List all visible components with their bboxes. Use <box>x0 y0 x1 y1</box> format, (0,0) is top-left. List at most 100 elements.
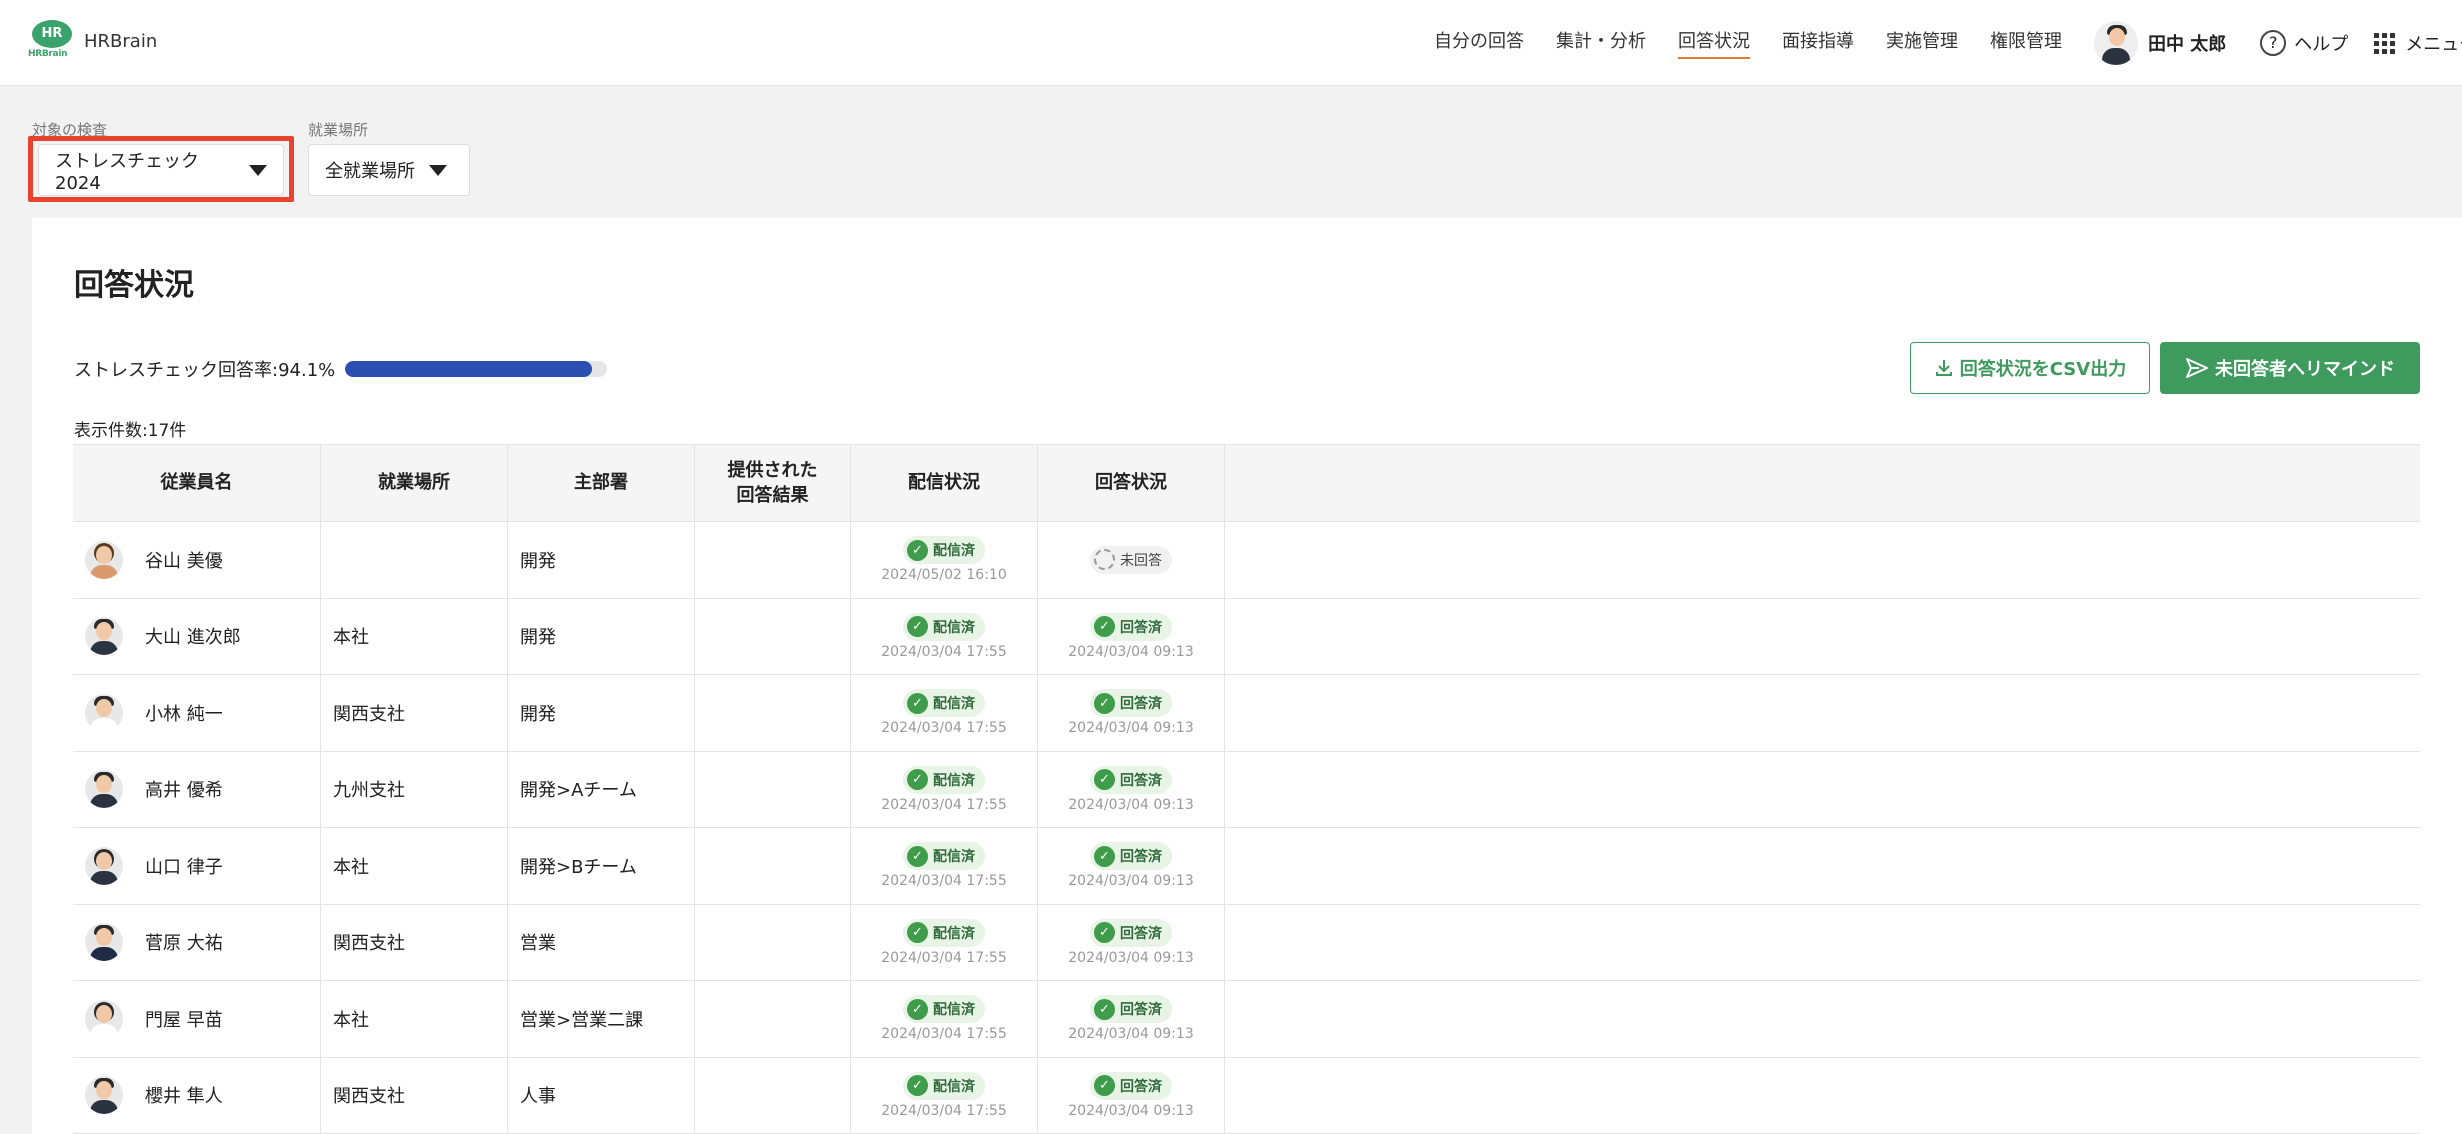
cell-dept: 営業>営業二課 <box>508 981 695 1057</box>
remind-button[interactable]: 未回答者へリマインド <box>2160 342 2420 394</box>
cell-spacer <box>1225 905 2420 981</box>
table-row[interactable]: 高井 優希 九州支社 開発>Aチーム ✓ 配信済 2024/03/04 17:5… <box>73 751 2420 828</box>
delivery-status-badge: ✓ 配信済 <box>903 689 985 718</box>
nav-item-interview[interactable]: 面接指導 <box>1782 27 1854 59</box>
employee-name[interactable]: 谷山 美優 <box>145 547 223 573</box>
check-circle-icon: ✓ <box>1094 769 1115 791</box>
dept-text: 開発 <box>520 550 556 572</box>
col-header-answer[interactable]: 回答状況 <box>1038 445 1225 521</box>
site-filter-label: 就業場所 <box>308 121 369 139</box>
col-header-provided-results[interactable]: 提供された 回答結果 <box>695 445 851 521</box>
app-logo[interactable]: HR HRBrain HRBrain <box>28 18 157 64</box>
check-circle-icon: ✓ <box>907 922 928 944</box>
page-title: 回答状況 <box>74 268 194 303</box>
employee-name[interactable]: 高井 優希 <box>145 776 223 802</box>
delivery-status-text: 配信済 <box>933 696 975 713</box>
answer-status-text: 回答済 <box>1120 1078 1162 1095</box>
table-row[interactable]: 小林 純一 関西支社 開発 ✓ 配信済 2024/03/04 17:55 ✓ 回… <box>73 675 2420 752</box>
table-row[interactable]: 門屋 早苗 本社 営業>営業二課 ✓ 配信済 2024/03/04 17:55 … <box>73 981 2420 1058</box>
cell-answer: ✓ 回答済 2024/03/04 09:13 <box>1038 598 1225 674</box>
answer-status-badge: ✓ 回答済 <box>1090 765 1172 794</box>
answer-status-badge: 未回答 <box>1090 545 1172 574</box>
col-header-spacer <box>1225 445 2420 521</box>
answer-status-text: 回答済 <box>1120 696 1162 713</box>
check-circle-icon: ✓ <box>907 616 928 638</box>
nav-item-permissions[interactable]: 権限管理 <box>1990 27 2062 59</box>
employee-name[interactable]: 櫻井 隼人 <box>145 1082 223 1108</box>
site-text: 本社 <box>333 856 369 878</box>
answer-status-badge: ✓ 回答済 <box>1090 612 1172 641</box>
delivery-status-text: 配信済 <box>933 849 975 866</box>
help-link[interactable]: ? ヘルプ <box>2260 30 2348 56</box>
dashed-circle-icon <box>1094 549 1115 571</box>
answer-status-text: 回答済 <box>1120 849 1162 866</box>
employee-name[interactable]: 菅原 大祐 <box>145 929 223 955</box>
download-icon <box>1935 360 1952 376</box>
cell-site: 九州支社 <box>321 751 508 827</box>
table-row[interactable]: 谷山 美優 開発 ✓ 配信済 2024/05/02 16:10 未回答 <box>73 522 2420 599</box>
user-menu[interactable]: 田中 太郎 <box>2094 21 2226 65</box>
check-circle-icon: ✓ <box>1094 845 1115 867</box>
cell-answer: ✓ 回答済 2024/03/04 09:13 <box>1038 904 1225 980</box>
answer-date: 2024/03/04 09:13 <box>1068 643 1194 660</box>
table-row[interactable]: 櫻井 隼人 関西支社 人事 ✓ 配信済 2024/03/04 17:55 ✓ 回… <box>73 1057 2420 1134</box>
cell-employee: 谷山 美優 <box>73 522 321 598</box>
col-header-employee[interactable]: 従業員名 <box>73 445 321 521</box>
col-header-site[interactable]: 就業場所 <box>321 445 508 521</box>
dept-text: 開発>Aチーム <box>520 780 637 802</box>
table-row[interactable]: 菅原 大祐 関西支社 営業 ✓ 配信済 2024/03/04 17:55 ✓ 回… <box>73 904 2420 981</box>
app-name: HRBrain <box>84 30 158 52</box>
site-text: 関西支社 <box>333 703 405 725</box>
site-select-value: 全就業場所 <box>325 161 415 182</box>
employee-name[interactable]: 門屋 早苗 <box>145 1006 223 1032</box>
table-row[interactable]: 山口 律子 本社 開発>Bチーム ✓ 配信済 2024/03/04 17:55 … <box>73 828 2420 905</box>
avatar <box>85 999 123 1038</box>
cell-employee: 門屋 早苗 <box>73 981 321 1057</box>
csv-export-button[interactable]: 回答状況をCSV出力 <box>1910 342 2150 394</box>
result-count: 表示件数:17件 <box>74 421 187 441</box>
avatar <box>85 770 123 809</box>
employee-name[interactable]: 山口 律子 <box>145 853 223 879</box>
cell-delivery: ✓ 配信済 2024/03/04 17:55 <box>851 598 1038 674</box>
table-body: 谷山 美優 開発 ✓ 配信済 2024/05/02 16:10 未回答 大山 進… <box>73 522 2420 1134</box>
cell-employee: 大山 進次郎 <box>73 598 321 674</box>
check-circle-icon: ✓ <box>1094 616 1115 638</box>
cell-answer: ✓ 回答済 2024/03/04 09:13 <box>1038 981 1225 1057</box>
response-rate-label: ストレスチェック回答率:94.1% <box>74 360 336 381</box>
response-rate-fill <box>345 361 592 377</box>
cell-delivery: ✓ 配信済 2024/03/04 17:55 <box>851 904 1038 980</box>
menu-button[interactable]: メニュー <box>2374 30 2462 56</box>
nav-item-implementation[interactable]: 実施管理 <box>1886 27 1958 59</box>
nav-item-analytics[interactable]: 集計・分析 <box>1556 27 1646 59</box>
cell-site: 本社 <box>321 828 508 904</box>
avatar <box>85 540 123 579</box>
delivery-date: 2024/03/04 17:55 <box>881 796 1007 813</box>
check-circle-icon: ✓ <box>1094 922 1115 944</box>
highlight-box <box>28 136 294 202</box>
nav-item-my-answers[interactable]: 自分の回答 <box>1434 27 1524 59</box>
cell-dept: 開発>Bチーム <box>508 828 695 904</box>
help-label: ヘルプ <box>2294 34 2349 55</box>
cell-provided-results <box>695 522 851 598</box>
site-text: 九州支社 <box>333 780 405 802</box>
site-select[interactable]: 全就業場所 <box>308 144 470 196</box>
table-row[interactable]: 大山 進次郎 本社 開発 ✓ 配信済 2024/03/04 17:55 ✓ 回答… <box>73 598 2420 675</box>
col-header-delivery[interactable]: 配信状況 <box>851 445 1038 521</box>
cell-dept: 開発 <box>508 522 695 598</box>
answer-status-text: 未回答 <box>1120 552 1162 569</box>
delivery-status-badge: ✓ 配信済 <box>903 1071 985 1100</box>
site-text: 本社 <box>333 1009 369 1031</box>
employee-name[interactable]: 小林 純一 <box>145 700 223 726</box>
cell-delivery: ✓ 配信済 2024/03/04 17:55 <box>851 751 1038 827</box>
cell-spacer <box>1225 675 2420 751</box>
cell-employee: 櫻井 隼人 <box>73 1057 321 1133</box>
caret-down-icon <box>429 164 447 176</box>
cell-answer: ✓ 回答済 2024/03/04 09:13 <box>1038 828 1225 904</box>
nav-item-response-status[interactable]: 回答状況 <box>1678 27 1750 59</box>
check-circle-icon: ✓ <box>907 845 928 867</box>
answer-status-text: 回答済 <box>1120 619 1162 636</box>
cell-site: 本社 <box>321 598 508 674</box>
employee-name[interactable]: 大山 進次郎 <box>145 623 241 649</box>
col-header-dept[interactable]: 主部署 <box>508 445 695 521</box>
top-bar: HR HRBrain HRBrain 自分の回答 集計・分析 回答状況 面接指導… <box>0 0 2462 86</box>
